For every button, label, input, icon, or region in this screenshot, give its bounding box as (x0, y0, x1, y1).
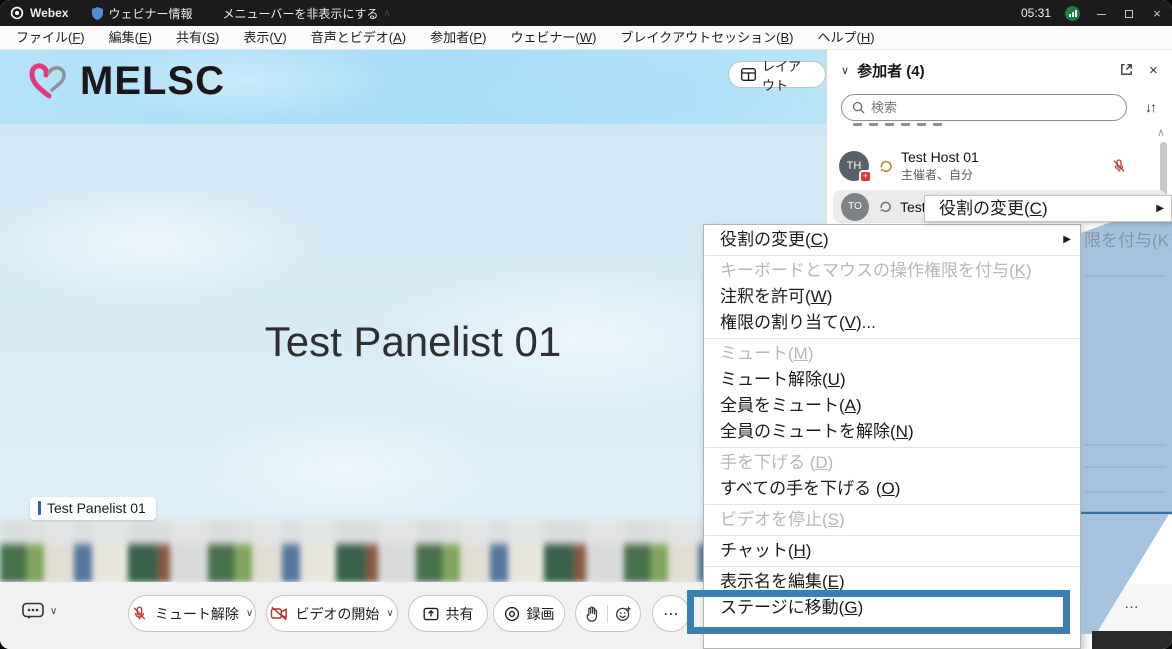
reactions-group (575, 595, 641, 632)
menu-item-stop-video: ビデオを停止(S) (704, 507, 1080, 533)
menu-item-lower-all-hands[interactable]: すべての手を下げる (O) (704, 476, 1080, 502)
menu-separator (705, 504, 1079, 505)
menu-item-lower-hand: 手を下げる (D) (704, 450, 1080, 476)
maximize-button[interactable] (1122, 6, 1136, 21)
start-video-button[interactable]: ビデオの開始 ∨ (266, 595, 398, 632)
reaction-smiley-icon[interactable] (615, 605, 632, 622)
dark-corner (1092, 631, 1172, 649)
search-input[interactable] (871, 100, 1116, 115)
record-button[interactable]: 録画 (493, 595, 565, 632)
menu-item-allow-annotation[interactable]: 注釈を許可(W) (704, 284, 1080, 310)
avatar: TO (841, 193, 869, 221)
raise-hand-icon[interactable] (584, 605, 600, 623)
share-button[interactable]: 共有 (408, 595, 488, 632)
menu-separator (705, 338, 1079, 339)
participant-name: Test (900, 199, 926, 215)
shield-icon (92, 7, 103, 20)
menu-breakout[interactable]: ブレイクアウトセッション(B) (608, 26, 805, 50)
menubar: ファイル(F) 編集(E) 共有(S) 表示(V) 音声とビデオ(A) 参加者(… (0, 26, 1172, 50)
sort-icon[interactable]: ↓↑ (1145, 99, 1155, 115)
panel-more-icon[interactable]: … (1124, 595, 1141, 612)
menu-item-mute: ミュート(M) (704, 341, 1080, 367)
sync-icon (879, 200, 892, 213)
participant-search[interactable] (841, 94, 1127, 121)
menu-webinar[interactable]: ウェビナー(W) (498, 26, 608, 50)
clipped-section-header (853, 123, 942, 130)
popout-panel-icon[interactable] (1119, 62, 1134, 77)
menu-view[interactable]: 表示(V) (231, 26, 298, 50)
video-name-tag: Test Panelist 01 (30, 497, 156, 520)
share-screen-icon (423, 606, 439, 622)
chevron-down-icon: ∨ (386, 608, 393, 619)
menu-item-change-role[interactable]: 役割の変更(C) ▶ (704, 227, 1080, 253)
participant-context-menu: 役割の変更(C) ▶ キーボードとマウスの操作権限を付与(K) 注釈を許可(W)… (703, 224, 1081, 649)
menu-help[interactable]: ヘルプ(H) (806, 26, 887, 50)
sync-icon (879, 159, 893, 173)
more-options-button[interactable]: ⋯ (652, 595, 690, 632)
menu-item-mute-all[interactable]: 全員をミュート(A) (704, 393, 1080, 419)
captions-icon (22, 602, 44, 620)
menu-separator (705, 447, 1079, 448)
menu-item-chat[interactable]: チャット(H) (704, 538, 1080, 564)
webinar-info-button[interactable]: ウェビナー情報 (92, 5, 192, 22)
captions-button[interactable]: ∨ (22, 602, 57, 620)
avatar: TH + (839, 151, 869, 181)
menu-item-assign-privileges[interactable]: 権限の割り当て(V)... (704, 310, 1080, 336)
layout-icon (741, 68, 756, 81)
titlebar: Webex ウェビナー情報 メニューバーを非表示にする ∧ 05:31 × (0, 0, 1172, 26)
melsc-heart-logo-icon (26, 60, 72, 104)
mic-off-icon (131, 605, 148, 622)
menu-audio-video[interactable]: 音声とビデオ(A) (299, 26, 418, 50)
close-button[interactable]: × (1150, 6, 1164, 21)
brand-name: MELSC (80, 59, 225, 104)
chevron-up-icon: ∧ (384, 8, 391, 19)
unmute-button[interactable]: ミュート解除 ∨ (128, 595, 256, 632)
name-tag-bar (38, 501, 41, 515)
menu-item-grant-keyboard-mouse: キーボードとマウスの操作権限を付与(K) (704, 258, 1080, 284)
submenu-arrow-icon: ▶ (1156, 196, 1164, 221)
app-title: Webex (30, 6, 68, 20)
camera-off-icon (270, 606, 288, 621)
floating-menu-item-change-role[interactable]: 役割の変更(C) ▶ (924, 195, 1172, 222)
menu-separator (705, 535, 1079, 536)
menu-share[interactable]: 共有(S) (164, 26, 231, 50)
submenu-arrow-icon: ▶ (1063, 227, 1071, 253)
participant-role: 主催者、自分 (901, 166, 979, 183)
chevron-down-icon: ∨ (50, 606, 57, 617)
menu-separator (705, 255, 1079, 256)
webex-logo-icon (10, 6, 24, 20)
menu-separator (705, 566, 1079, 567)
chevron-down-icon: ∨ (246, 608, 253, 619)
search-icon (852, 101, 865, 114)
menu-item-unmute[interactable]: ミュート解除(U) (704, 367, 1080, 393)
highlight-box-move-to-stage (687, 590, 1070, 634)
connection-quality-icon[interactable] (1065, 6, 1080, 21)
collapse-panel-icon[interactable]: ∨ (841, 64, 849, 77)
webex-window: Webex ウェビナー情報 メニューバーを非表示にする ∧ 05:31 × ファ… (0, 0, 1172, 649)
participants-title: 参加者 (4) (857, 60, 925, 81)
minimize-button[interactable] (1094, 6, 1108, 21)
close-panel-icon[interactable]: × (1149, 62, 1158, 79)
layout-button[interactable]: レイアウト (728, 61, 826, 88)
host-badge-icon: + (859, 170, 872, 183)
participant-name: Test Host 01 (901, 149, 979, 165)
participant-row-host[interactable]: TH + Test Host 01 主催者、自分 (833, 145, 1167, 187)
record-icon (504, 606, 520, 622)
menu-participants[interactable]: 参加者(P) (418, 26, 498, 50)
divider (607, 605, 608, 623)
hide-menubar-button[interactable]: メニューバーを非表示にする ∧ (222, 5, 390, 22)
menu-text-fragment: 限を付与(K) (1084, 226, 1170, 251)
menu-file[interactable]: ファイル(F) (4, 26, 97, 50)
scrollbar-up-icon[interactable]: ∧ (1157, 126, 1165, 139)
more-icon: ⋯ (663, 604, 679, 624)
menu-edit[interactable]: 編集(E) (97, 26, 164, 50)
mic-off-icon (1111, 158, 1127, 174)
menu-item-unmute-all[interactable]: 全員のミュートを解除(N) (704, 419, 1080, 445)
meeting-timer: 05:31 (1021, 6, 1051, 20)
